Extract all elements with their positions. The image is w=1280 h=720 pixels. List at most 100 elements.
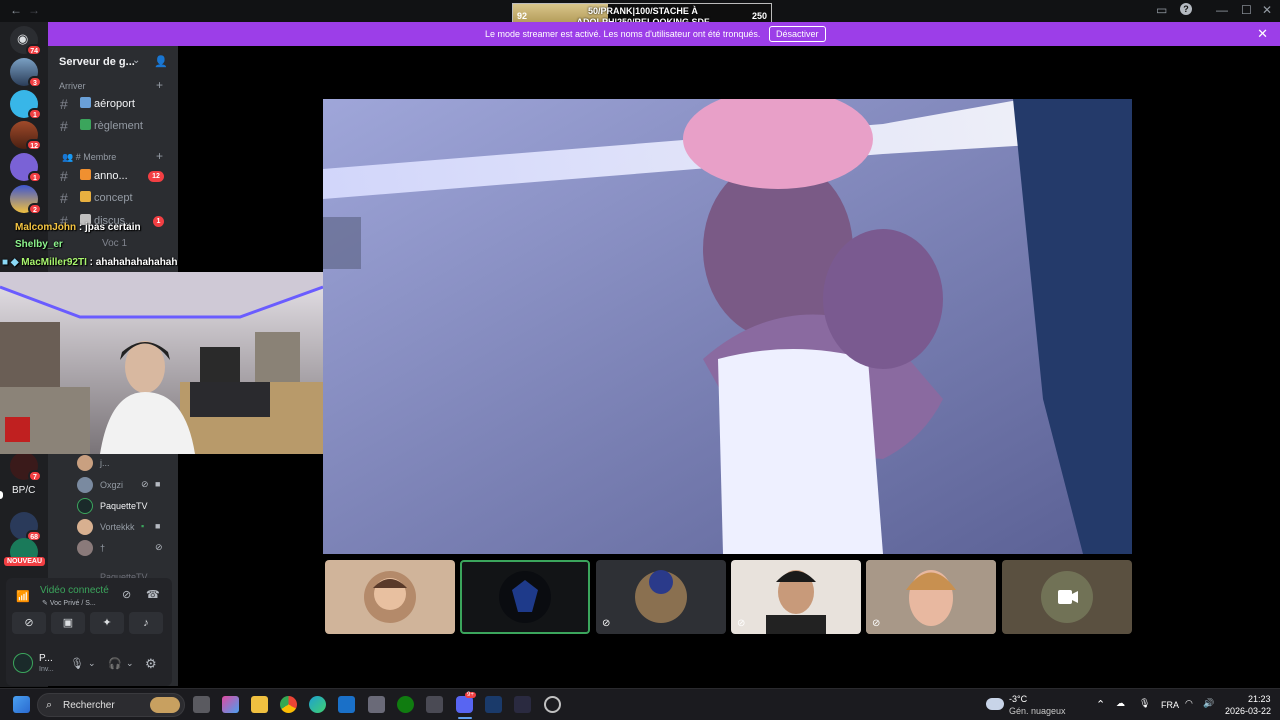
edge-icon[interactable] [309, 696, 326, 713]
avatar [77, 477, 93, 493]
microphone-icon[interactable]: 🎙 [70, 657, 84, 670]
channel-item[interactable]: # aéroport [48, 94, 178, 114]
close-icon[interactable]: ✕ [1257, 26, 1268, 42]
participant-tile[interactable] [460, 560, 590, 634]
chevron-down-icon[interactable]: ⌄ [132, 55, 140, 66]
streamer-webcam [0, 272, 323, 454]
add-member-icon[interactable]: 👤 [154, 55, 168, 68]
participant-tile[interactable] [1002, 560, 1132, 634]
tray-chevron-icon[interactable]: ⌃ [1096, 698, 1105, 711]
chrome-icon[interactable] [280, 696, 297, 713]
server-folder-label[interactable]: BP/C [12, 485, 35, 496]
focused-video-stream[interactable] [323, 99, 1132, 554]
participant-tile[interactable]: ⊘ [596, 560, 726, 634]
network-tray-icon[interactable]: ☁ [1116, 698, 1125, 709]
weather-desc[interactable]: Gén. nuageux [1009, 706, 1066, 716]
clock-date[interactable]: 2026-03-22 [1225, 706, 1271, 716]
participant-tile[interactable]: ⊘ [866, 560, 996, 634]
category-label[interactable]: 👥 # Membre [62, 152, 116, 163]
channel-item[interactable]: # anno... 12 [48, 166, 178, 186]
channel-item[interactable]: # règlement [48, 116, 178, 136]
help-icon[interactable]: ? [1180, 3, 1192, 15]
voice-channel-name[interactable]: Voc 1 [102, 238, 127, 249]
chevron-down-icon[interactable]: ⌄ [126, 658, 134, 669]
disable-streamer-button[interactable]: Désactiver [769, 26, 826, 42]
weather-temp[interactable]: -3°C [1009, 694, 1027, 704]
volume-icon[interactable]: 🔊 [1203, 698, 1214, 709]
badge-icon: ■ ◆ [2, 257, 19, 268]
active-indicator [458, 717, 472, 719]
microphone-tray-icon[interactable]: 🎙 [1139, 698, 1150, 709]
xbox-icon[interactable] [397, 696, 414, 713]
chat-message: Shelby_er [15, 239, 63, 250]
disconnect-icon[interactable]: ☎ [146, 588, 160, 601]
settings-gear-icon[interactable]: ⚙ [145, 656, 157, 672]
windows-start-icon[interactable] [13, 696, 30, 713]
hash-icon: # [60, 96, 68, 112]
soundboard-button[interactable]: ♪ [129, 612, 163, 634]
store-icon[interactable] [426, 696, 443, 713]
taskbar-search[interactable]: ⌕ Rechercher [37, 693, 185, 717]
muted-icon: ⊘ [602, 618, 611, 629]
task-view-icon[interactable] [193, 696, 210, 713]
back-arrow-icon[interactable]: ← [10, 3, 22, 17]
chat-username: MacMiller92TI [21, 257, 87, 268]
participant-tile[interactable] [325, 560, 455, 634]
server-icon[interactable]: 12 [10, 121, 42, 151]
channel-item[interactable]: # concept [48, 188, 178, 208]
activities-button[interactable]: ✦ [90, 612, 124, 634]
chevron-down-icon[interactable]: ⌄ [88, 658, 96, 669]
search-placeholder: Rechercher [63, 700, 115, 711]
server-icon[interactable]: 68 [10, 512, 42, 542]
server-icon[interactable]: 7 [10, 452, 42, 482]
voice-user-name: † [100, 543, 106, 553]
server-icon[interactable]: 1 [10, 153, 42, 183]
weather-cloud-icon[interactable] [986, 698, 1004, 710]
server-icon[interactable]: 3 [10, 58, 42, 88]
inbox-icon[interactable]: ▭ [1156, 3, 1167, 17]
close-window-icon[interactable]: ✕ [1262, 3, 1272, 17]
language-indicator[interactable]: FRA [1161, 700, 1179, 710]
current-user-status: Inv... [39, 666, 54, 673]
add-channel-icon[interactable]: + [156, 149, 163, 163]
new-badge: NOUVEAU [4, 557, 46, 566]
hash-icon: # [60, 190, 68, 206]
voice-user-name: j... [100, 458, 110, 468]
chat-username: MalcomJohn [15, 222, 77, 233]
minimize-icon[interactable]: — [1216, 3, 1228, 17]
home-badge: 74 [26, 44, 42, 56]
participant-tile[interactable]: ⊘ [731, 560, 861, 634]
screen-share-button[interactable]: ▣ [51, 612, 85, 634]
chat-message: ■ ◆ MacMiller92TI : ahahahahahahah [2, 257, 177, 268]
outlook-icon[interactable] [338, 696, 355, 713]
voice-status[interactable]: Vidéo connecté [40, 585, 109, 596]
maximize-icon[interactable]: ☐ [1241, 3, 1252, 17]
avatar[interactable] [13, 653, 33, 673]
voice-connection-panel: 📶 Vidéo connecté ✎ Voc Privé / S... ⊘ ☎ … [6, 578, 172, 686]
noise-suppression-icon[interactable]: ⊘ [122, 588, 131, 601]
server-name[interactable]: Serveur de g... [59, 56, 135, 68]
server-icon[interactable]: 2 [10, 185, 42, 215]
signal-icon[interactable]: 📶 [16, 590, 30, 603]
app-icon[interactable] [514, 696, 531, 713]
settings-icon[interactable] [368, 696, 385, 713]
voice-channel-path[interactable]: ✎ Voc Privé / S... [42, 599, 96, 607]
category-label[interactable]: Arriver [59, 81, 86, 91]
avatar [77, 540, 93, 556]
forward-arrow-icon[interactable]: → [28, 3, 40, 17]
server-icon[interactable]: 1 [10, 90, 42, 120]
avatar [77, 498, 93, 514]
headphones-icon[interactable]: 🎧 [108, 657, 122, 670]
obs-icon[interactable] [544, 696, 561, 713]
file-explorer-icon[interactable] [251, 696, 268, 713]
camera-off-button[interactable]: ⊘ [12, 612, 46, 634]
clock-time[interactable]: 21:23 [1248, 694, 1271, 704]
current-username[interactable]: P... [39, 653, 53, 664]
chat-username: Shelby_er [15, 239, 63, 250]
add-channel-icon[interactable]: + [156, 78, 163, 92]
steam-icon[interactable] [485, 696, 502, 713]
copilot-icon[interactable] [222, 696, 239, 713]
discord-taskbar-icon[interactable]: 9+ [456, 692, 476, 713]
discord-home-icon[interactable]: ◉ 74 [10, 26, 42, 56]
wifi-icon[interactable]: ◠ [1185, 698, 1193, 709]
